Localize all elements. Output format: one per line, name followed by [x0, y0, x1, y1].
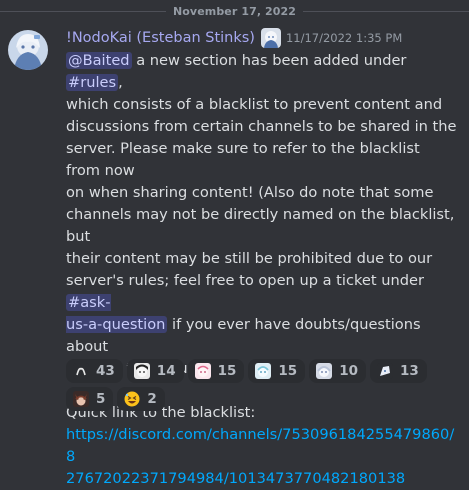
emoji-c-icon — [194, 363, 211, 379]
channel-mention-part: us-a-question — [66, 316, 166, 333]
reaction-count: 5 — [96, 391, 106, 407]
channel-mention-rules[interactable]: #rules — [66, 74, 119, 91]
reaction-count: 2 — [147, 391, 157, 407]
reaction[interactable]: 43 — [66, 359, 123, 383]
reaction-count: 15 — [278, 363, 298, 379]
channel-mention-part: #ask- — [68, 294, 111, 311]
channel-mention-ask-us-a-question[interactable]: #ask- us-a-question — [66, 294, 168, 333]
reaction[interactable]: 15 — [248, 359, 306, 383]
message-body: @Baited a new section has been added und… — [66, 50, 458, 490]
grinning-squinting-face-icon — [124, 391, 140, 407]
username[interactable]: !NodoKai (Esteban Stinks) — [66, 30, 255, 46]
reaction-count: 43 — [96, 363, 115, 379]
message-text: a new section has been added under — [131, 52, 412, 69]
timestamp: 11/17/2022 1:35 PM — [285, 31, 403, 45]
reaction[interactable]: 13 — [369, 359, 427, 383]
emoji-b-icon — [133, 363, 150, 379]
role-icon[interactable] — [260, 28, 281, 48]
reaction[interactable]: 5 — [66, 387, 114, 411]
reactions-bar: 43 14 15 15 10 13 5 2 — [66, 359, 466, 411]
reaction[interactable]: 2 — [117, 387, 165, 411]
reaction-count: 15 — [217, 363, 237, 379]
emoji-g-icon — [73, 391, 89, 407]
divider-date: November 17, 2022 — [172, 4, 297, 18]
divider-line — [0, 10, 166, 12]
reaction[interactable]: 10 — [309, 359, 366, 383]
emoji-e-icon — [316, 363, 333, 379]
date-divider: November 17, 2022 — [0, 0, 469, 22]
message-content: !NodoKai (Esteban Stinks) 11/17/2022 1:3… — [66, 26, 465, 490]
emoji-f-icon — [376, 363, 393, 379]
emoji-d-icon — [255, 363, 272, 379]
reaction-count: 13 — [399, 363, 419, 379]
user-mention[interactable]: @Baited — [66, 52, 132, 69]
avatar[interactable] — [8, 30, 48, 70]
reaction[interactable]: 15 — [187, 359, 245, 383]
message-header: !NodoKai (Esteban Stinks) 11/17/2022 1:3… — [66, 26, 465, 50]
blacklist-link[interactable]: https://discord.com/channels/75309618425… — [66, 426, 454, 487]
reaction-count: 14 — [156, 363, 176, 379]
reaction-count: 10 — [339, 363, 358, 379]
divider-line — [303, 10, 469, 12]
message-text: , which consists of a blacklist to preve… — [66, 74, 457, 289]
emoji-a-icon — [73, 363, 89, 379]
reaction[interactable]: 14 — [126, 359, 184, 383]
